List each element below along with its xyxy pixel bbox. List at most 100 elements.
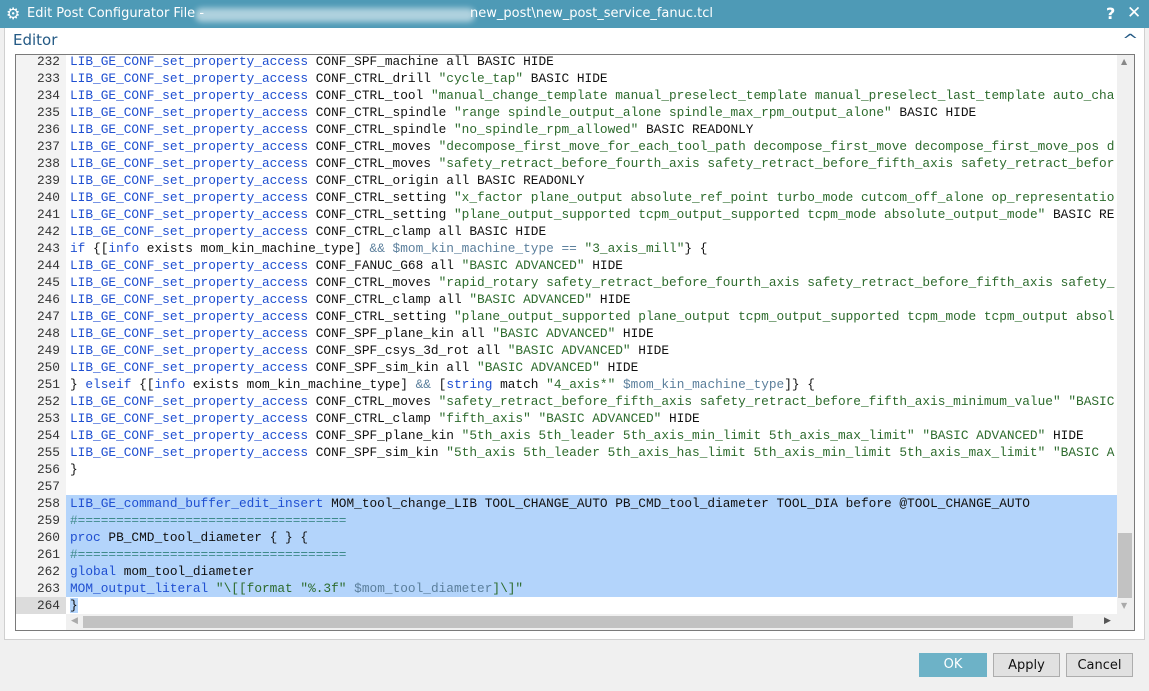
line-number: 252 — [16, 393, 66, 410]
code-line[interactable]: 237 LIB_GE_CONF_set_property_access CONF_… — [16, 138, 1117, 155]
horizontal-scrollbar[interactable]: ◀ ▶ — [66, 614, 1117, 630]
code-token: CONF_CTRL_origin all BASIC READONLY — [308, 173, 585, 188]
code-token: #=================================== — [70, 547, 347, 562]
code-line[interactable]: 256} — [16, 461, 1117, 478]
code-token: "BASIC ADVANCED" — [507, 343, 631, 358]
code-line[interactable]: 239 LIB_GE_CONF_set_property_access CONF_… — [16, 172, 1117, 189]
code-line[interactable]: 249 LIB_GE_CONF_set_property_access CONF_… — [16, 342, 1117, 359]
window-file-path: new_post\new_post_service_fanuc.tcl — [470, 6, 713, 21]
line-text: LIB_GE_CONF_set_property_access CONF_SPF… — [66, 359, 638, 376]
code-token: LIB_GE_CONF_set_property_access — [70, 71, 309, 86]
code-line[interactable]: 262 global mom_tool_diameter — [16, 563, 1117, 580]
code-token: $mom_tool_diameter — [354, 581, 493, 596]
code-line[interactable]: 251} elseif {[info exists mom_kin_machin… — [16, 376, 1117, 393]
code-token: CONF_SPF_sim_kin — [308, 445, 447, 460]
horizontal-scroll-thumb[interactable] — [83, 616, 1073, 628]
code-token: HIDE — [592, 292, 631, 307]
line-text: LIB_GE_CONF_set_property_access CONF_CTR… — [66, 410, 700, 427]
code-token: CONF_CTRL_drill — [308, 71, 439, 86]
code-token: } — [70, 598, 78, 613]
vertical-scrollbar[interactable]: ▲ ▼ — [1117, 55, 1134, 614]
code-line[interactable]: 238 LIB_GE_CONF_set_property_access CONF_… — [16, 155, 1117, 172]
code-editor[interactable]: 232 LIB_GE_CONF_set_property_access CONF_… — [15, 54, 1135, 631]
collapse-chevron-icon[interactable]: ^ — [1122, 31, 1138, 49]
code-token: CONF_SPF_plane_kin all — [308, 326, 493, 341]
line-text: MOM_output_literal "\[[format "%.3f" $mo… — [66, 580, 1117, 597]
code-token: "rapid_rotary safety_retract_before_four… — [438, 275, 1115, 290]
code-line[interactable]: 257 — [16, 478, 1117, 495]
code-line[interactable]: 263 MOM_output_literal "\[[format "%.3f" … — [16, 580, 1117, 597]
line-number: 251 — [16, 376, 66, 393]
line-number: 247 — [16, 308, 66, 325]
scroll-right-arrow-icon[interactable]: ▶ — [1104, 616, 1111, 626]
help-button[interactable]: ? — [1106, 4, 1115, 23]
code-line[interactable]: 232 LIB_GE_CONF_set_property_access CONF_… — [16, 55, 1117, 70]
code-token: LIB_GE_CONF_set_property_access — [70, 309, 309, 324]
code-line[interactable]: 233 LIB_GE_CONF_set_property_access CONF_… — [16, 70, 1117, 87]
code-token: "no_spindle_rpm_allowed" — [453, 122, 639, 137]
line-text: if {[info exists mom_kin_machine_type] &… — [66, 240, 707, 257]
code-line[interactable]: 259 #=================================== — [16, 512, 1117, 529]
code-line[interactable]: 253 LIB_GE_CONF_set_property_access CONF_… — [16, 410, 1117, 427]
code-token: CONF_FANUC_G68 all — [308, 258, 462, 273]
code-line[interactable]: 243 if {[info exists mom_kin_machine_type… — [16, 240, 1117, 257]
code-token: mom_tool_diameter — [116, 564, 255, 579]
code-line[interactable]: 245 LIB_GE_CONF_set_property_access CONF_… — [16, 274, 1117, 291]
code-line[interactable]: 260 proc PB_CMD_tool_diameter { } { — [16, 529, 1117, 546]
code-line[interactable]: 235 LIB_GE_CONF_set_property_access CONF_… — [16, 104, 1117, 121]
code-token: CONF_CTRL_moves — [308, 275, 439, 290]
redacted-path — [195, 8, 475, 22]
code-token: "decompose_first_move_for_each_tool_path… — [438, 139, 1115, 154]
code-line[interactable]: 254 LIB_GE_CONF_set_property_access CONF_… — [16, 427, 1117, 444]
code-line[interactable]: 241 LIB_GE_CONF_set_property_access CONF_… — [16, 206, 1117, 223]
code-line[interactable]: 252 LIB_GE_CONF_set_property_access CONF_… — [16, 393, 1117, 410]
code-line[interactable]: 240 LIB_GE_CONF_set_property_access CONF_… — [16, 189, 1117, 206]
code-token: LIB_GE_CONF_set_property_access — [70, 258, 309, 273]
code-line[interactable]: 255 LIB_GE_CONF_set_property_access CONF_… — [16, 444, 1117, 461]
line-number: 232 — [16, 55, 66, 70]
scroll-left-arrow-icon[interactable]: ◀ — [71, 616, 78, 626]
code-line[interactable]: 261 #=================================== — [16, 546, 1117, 563]
code-line[interactable]: 248 LIB_GE_CONF_set_property_access CONF_… — [16, 325, 1117, 342]
line-text: LIB_GE_CONF_set_property_access CONF_CTR… — [66, 393, 1114, 410]
close-button[interactable]: ✕ — [1127, 3, 1141, 23]
line-text: proc PB_CMD_tool_diameter { } { — [66, 529, 1117, 546]
line-text: global mom_tool_diameter — [66, 563, 1117, 580]
code-token: LIB_GE_command_buffer_edit_insert — [70, 496, 324, 511]
code-line[interactable]: 234 LIB_GE_CONF_set_property_access CONF_… — [16, 87, 1117, 104]
ok-button[interactable]: OK — [919, 653, 987, 677]
code-token: "range spindle_output_alone spindle_max_… — [453, 105, 892, 120]
line-number: 237 — [16, 138, 66, 155]
code-token: "5th_axis 5th_leader 5th_axis_min_limit … — [461, 428, 1046, 443]
code-token: BASIC HIDE — [891, 105, 977, 120]
line-number: 240 — [16, 189, 66, 206]
code-line[interactable]: 244 LIB_GE_CONF_set_property_access CONF_… — [16, 257, 1117, 274]
code-line[interactable]: 264} — [16, 597, 1117, 614]
code-token: BASIC RE — [1045, 207, 1115, 222]
vertical-scroll-thumb[interactable] — [1118, 533, 1132, 598]
code-lines[interactable]: 232 LIB_GE_CONF_set_property_access CONF_… — [16, 55, 1117, 615]
code-token: string — [446, 377, 493, 392]
code-token: LIB_GE_CONF_set_property_access — [70, 275, 309, 290]
code-token: exists mom_kin_machine_type] — [185, 377, 416, 392]
window-title: Edit Post Configurator File - — [27, 6, 205, 21]
line-text: LIB_GE_CONF_set_property_access CONF_CTR… — [66, 291, 631, 308]
scroll-up-arrow-icon[interactable]: ▲ — [1121, 57, 1127, 66]
code-line[interactable]: 250 LIB_GE_CONF_set_property_access CONF_… — [16, 359, 1117, 376]
code-line[interactable]: 246 LIB_GE_CONF_set_property_access CONF_… — [16, 291, 1117, 308]
code-line[interactable]: 247 LIB_GE_CONF_set_property_access CONF_… — [16, 308, 1117, 325]
code-token: LIB_GE_CONF_set_property_access — [70, 139, 309, 154]
line-text: LIB_GE_CONF_set_property_access CONF_CTR… — [66, 155, 1114, 172]
cancel-button[interactable]: Cancel — [1066, 653, 1133, 677]
code-line[interactable]: 242 LIB_GE_CONF_set_property_access CONF_… — [16, 223, 1117, 240]
code-token: CONF_CTRL_moves — [308, 139, 439, 154]
line-number: 250 — [16, 359, 66, 376]
code-token: LIB_GE_CONF_set_property_access — [70, 326, 309, 341]
line-number: 241 — [16, 206, 66, 223]
code-token: && — [415, 377, 431, 392]
scroll-down-arrow-icon[interactable]: ▼ — [1121, 601, 1127, 610]
apply-button[interactable]: Apply — [993, 653, 1060, 677]
code-line[interactable]: 258 LIB_GE_command_buffer_edit_insert MOM… — [16, 495, 1117, 512]
code-line[interactable]: 236 LIB_GE_CONF_set_property_access CONF_… — [16, 121, 1117, 138]
code-token: HIDE — [615, 326, 654, 341]
